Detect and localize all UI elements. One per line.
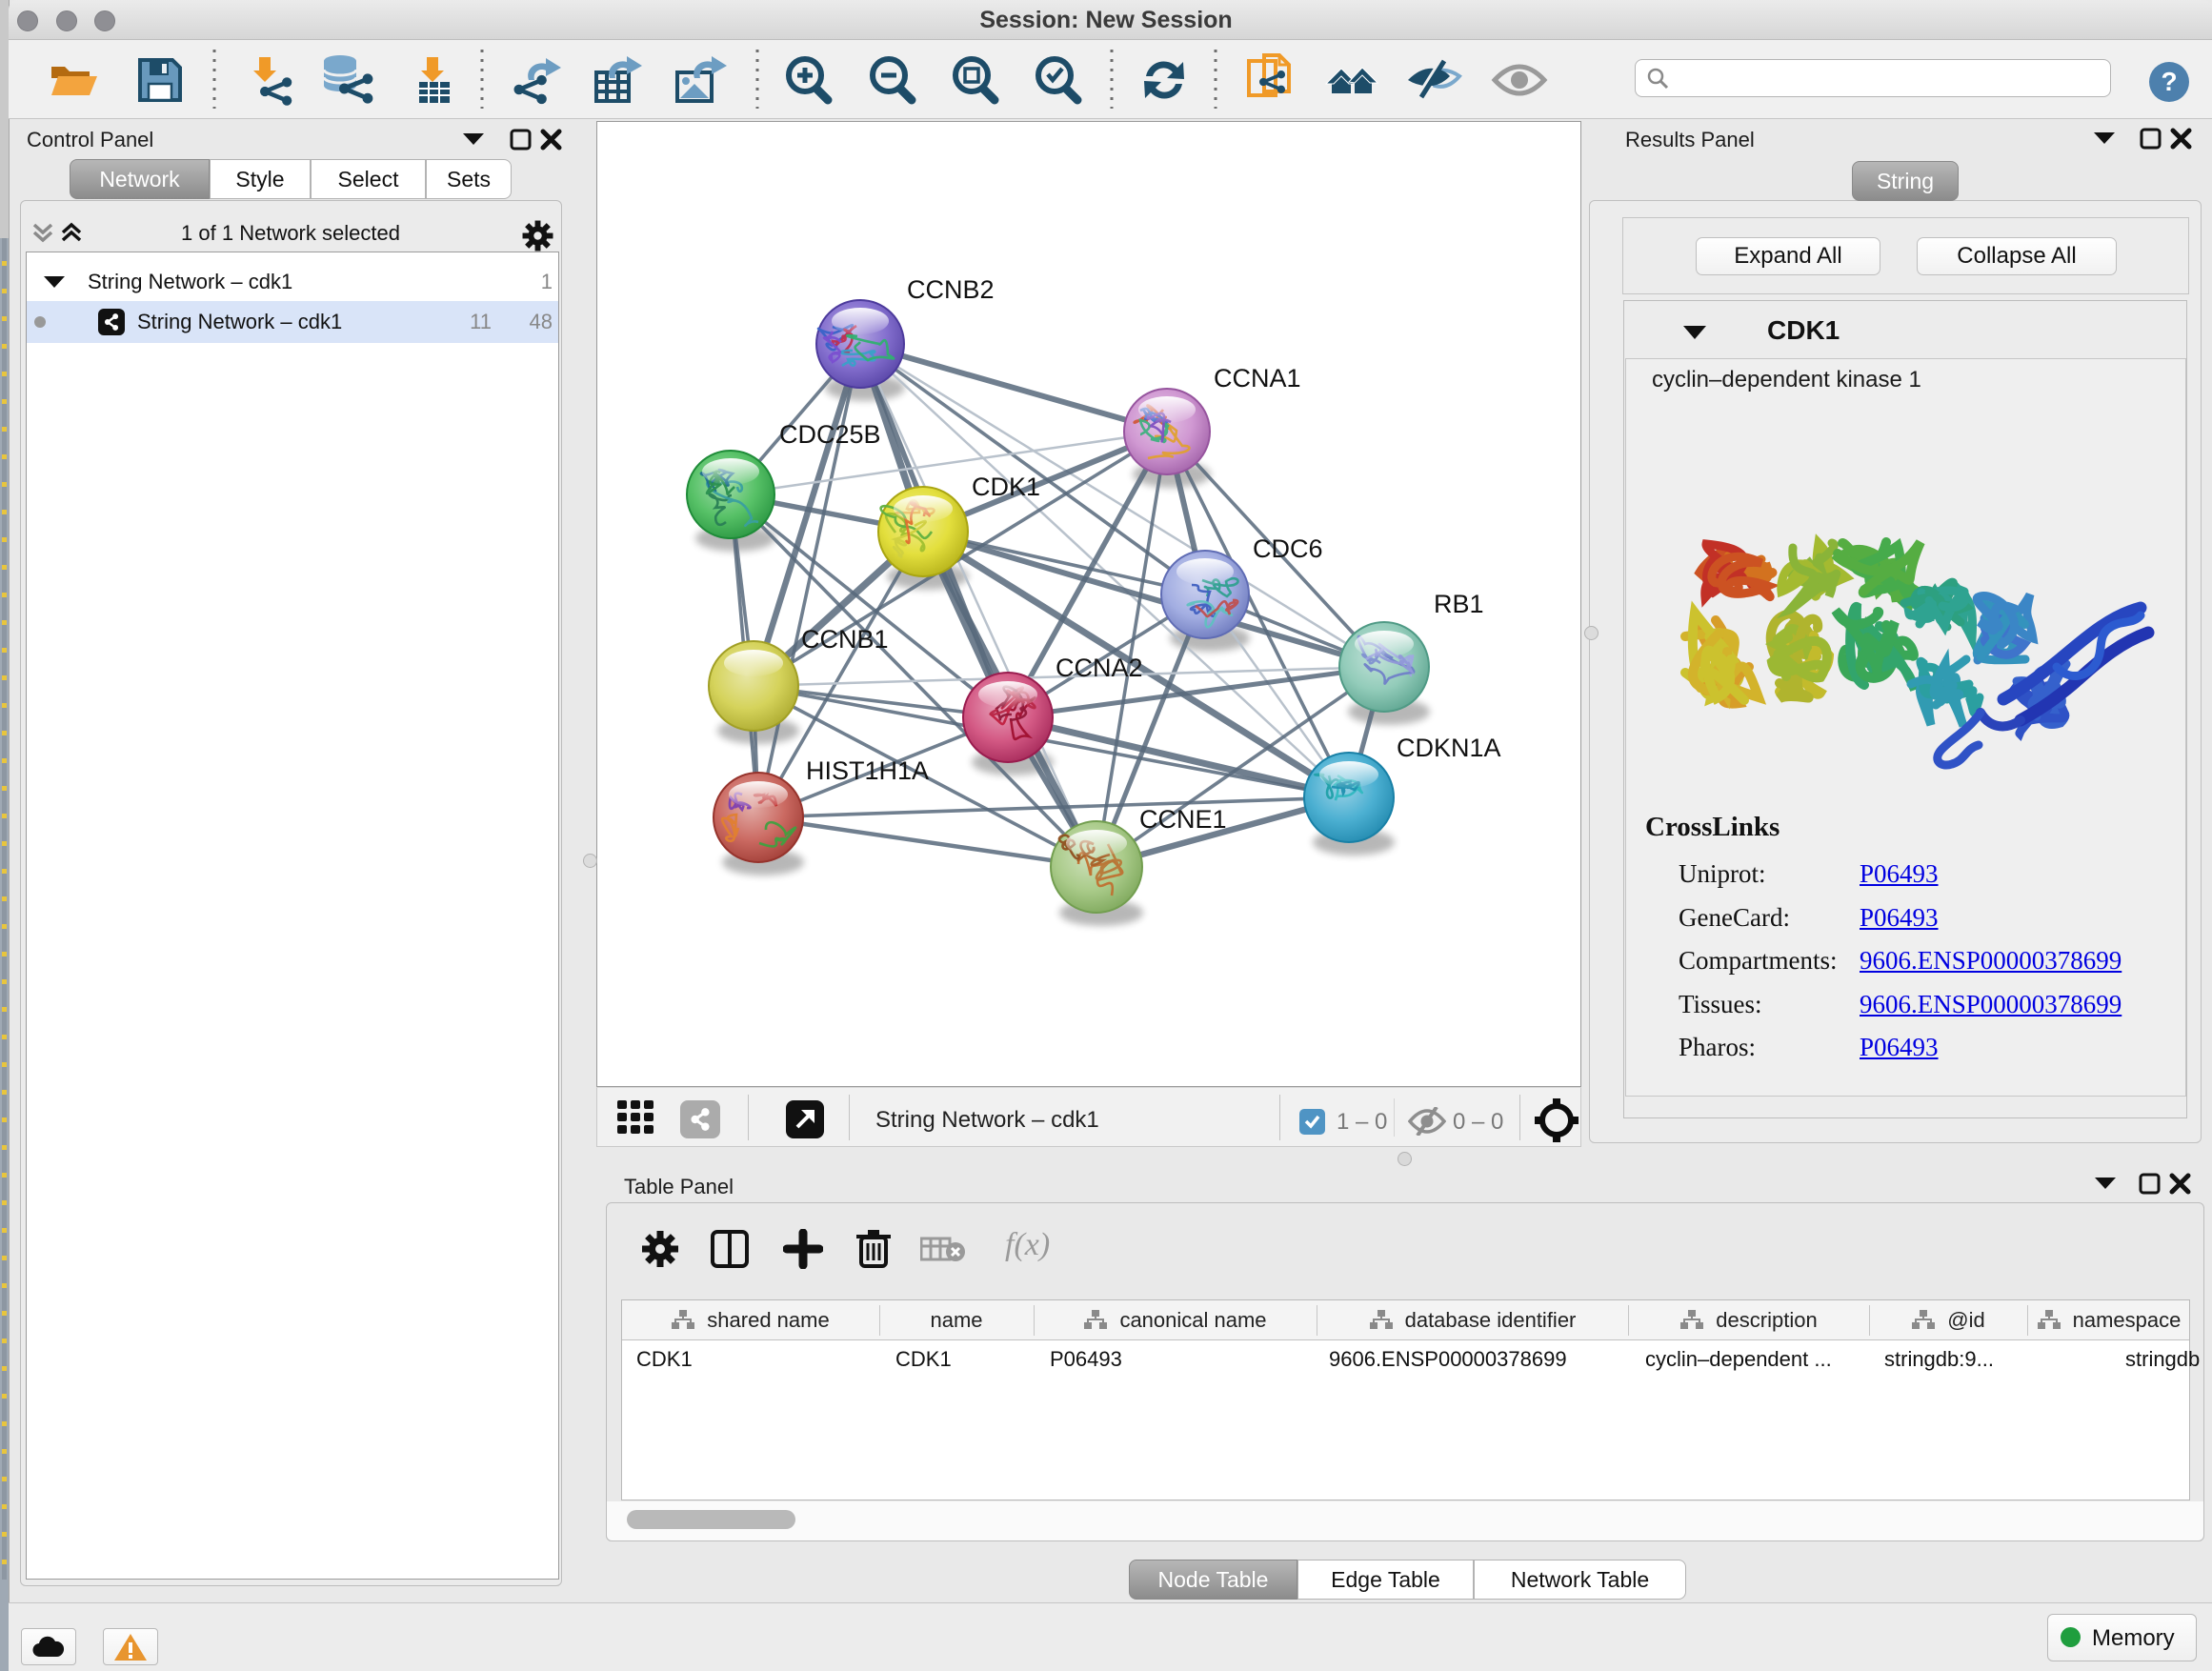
svg-text:CDC6: CDC6 (1253, 534, 1323, 563)
svg-text:CDC25B: CDC25B (779, 420, 881, 449)
svg-text:HIST1H1A: HIST1H1A (806, 756, 929, 785)
svg-text:CDKN1A: CDKN1A (1397, 734, 1501, 762)
svg-text:CCNA1: CCNA1 (1214, 364, 1301, 393)
svg-text:CCNA2: CCNA2 (1056, 654, 1143, 682)
svg-text:RB1: RB1 (1434, 590, 1484, 618)
svg-text:CCNE1: CCNE1 (1139, 805, 1227, 834)
svg-text:CDK1: CDK1 (972, 473, 1040, 501)
svg-text:CCNB1: CCNB1 (801, 625, 889, 654)
svg-text:CCNB2: CCNB2 (907, 275, 995, 304)
